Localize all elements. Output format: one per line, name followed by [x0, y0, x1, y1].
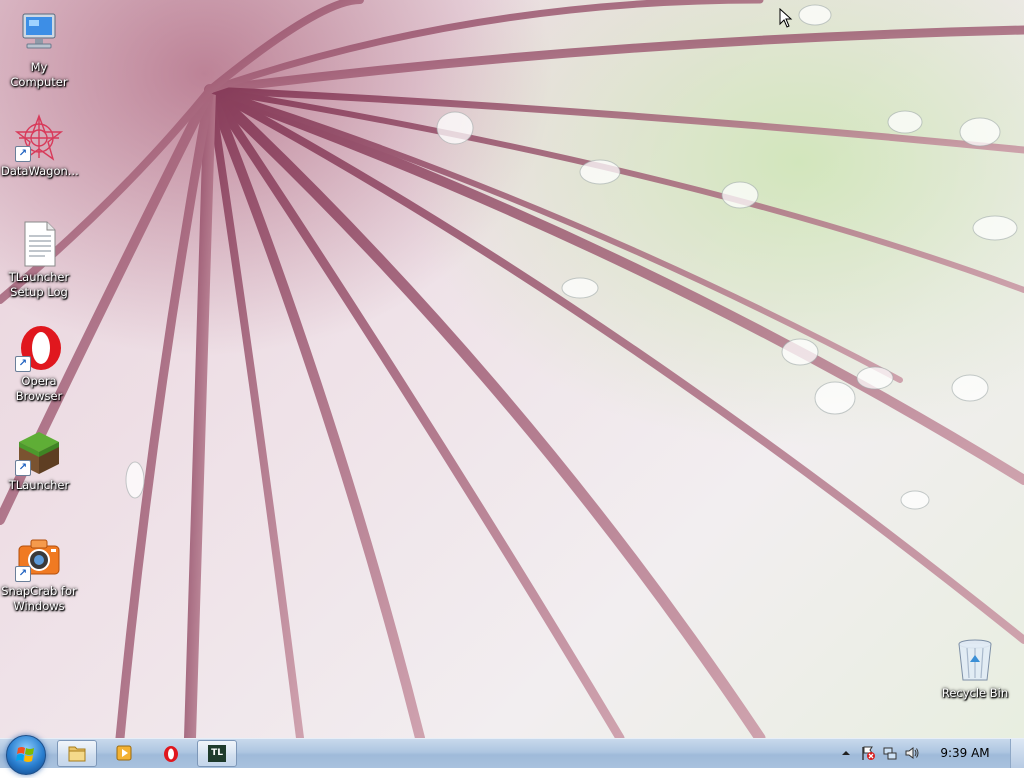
taskbar-media-player-button[interactable] [104, 740, 144, 767]
text-document-icon [15, 220, 63, 268]
taskbar-explorer-button[interactable] [57, 740, 97, 767]
opera-icon [164, 746, 178, 762]
system-tray: 9:39 AM [834, 739, 1024, 768]
taskbar: TL 9:39 AM [0, 735, 1024, 775]
system-clock[interactable]: 9:39 AM [934, 739, 996, 768]
desktop-icon-label: SnapCrab for Windows [1, 584, 77, 613]
windows-logo-icon [16, 747, 34, 762]
shortcut-arrow-icon: ↗ [15, 146, 31, 162]
shortcut-arrow-icon: ↗ [15, 460, 31, 476]
mouse-cursor-icon [779, 8, 793, 28]
datawagon-icon: ↗ [14, 114, 64, 162]
show-hidden-icons-chevron[interactable] [838, 745, 854, 761]
taskbar-opera-button[interactable] [151, 740, 191, 767]
media-player-icon [116, 745, 132, 761]
desktop-icon-label: DataWagon... [1, 164, 79, 178]
network-icon[interactable] [882, 745, 898, 761]
desktop-icon-snapcrab[interactable]: ↗ SnapCrab for Windows [1, 534, 77, 614]
desktop-icon-label: My Computer [10, 60, 68, 89]
tlauncher-icon-label: TL [211, 748, 223, 758]
taskbar-tlauncher-button[interactable]: TL [197, 740, 237, 767]
start-button[interactable] [6, 735, 46, 775]
volume-icon[interactable] [904, 745, 920, 761]
desktop-icon-my-computer[interactable]: My Computer [1, 10, 77, 90]
recycle-bin-icon [951, 636, 999, 684]
desktop-icon-datawagon[interactable]: ↗ DataWagon... [1, 114, 79, 179]
desktop-icon-tlauncher-setup-log[interactable]: TLauncher Setup Log [1, 220, 77, 300]
desktop-icon-opera-browser[interactable]: ↗ Opera Browser [1, 324, 77, 404]
desktop-icon-label: Opera Browser [15, 374, 63, 403]
action-center-flag-icon[interactable] [860, 745, 876, 761]
computer-icon [15, 10, 63, 58]
tlauncher-icon: TL [208, 745, 226, 762]
desktop[interactable]: My Computer ↗ DataWagon... TLauncher Set… [0, 0, 1024, 738]
folder-icon [68, 746, 86, 762]
minecraft-block-icon: ↗ [15, 428, 63, 476]
camera-icon: ↗ [15, 534, 63, 582]
shortcut-arrow-icon: ↗ [15, 356, 31, 372]
show-desktop-button[interactable] [1010, 739, 1024, 768]
desktop-icon-label: TLauncher Setup Log [8, 270, 70, 299]
desktop-icon-label: Recycle Bin [941, 686, 1009, 700]
opera-icon: ↗ [15, 324, 63, 372]
wallpaper [0, 0, 1024, 738]
shortcut-arrow-icon: ↗ [15, 566, 31, 582]
desktop-icon-tlauncher[interactable]: ↗ TLauncher [1, 428, 77, 493]
desktop-icon-label: TLauncher [8, 478, 70, 492]
desktop-icon-recycle-bin[interactable]: Recycle Bin [937, 636, 1013, 701]
